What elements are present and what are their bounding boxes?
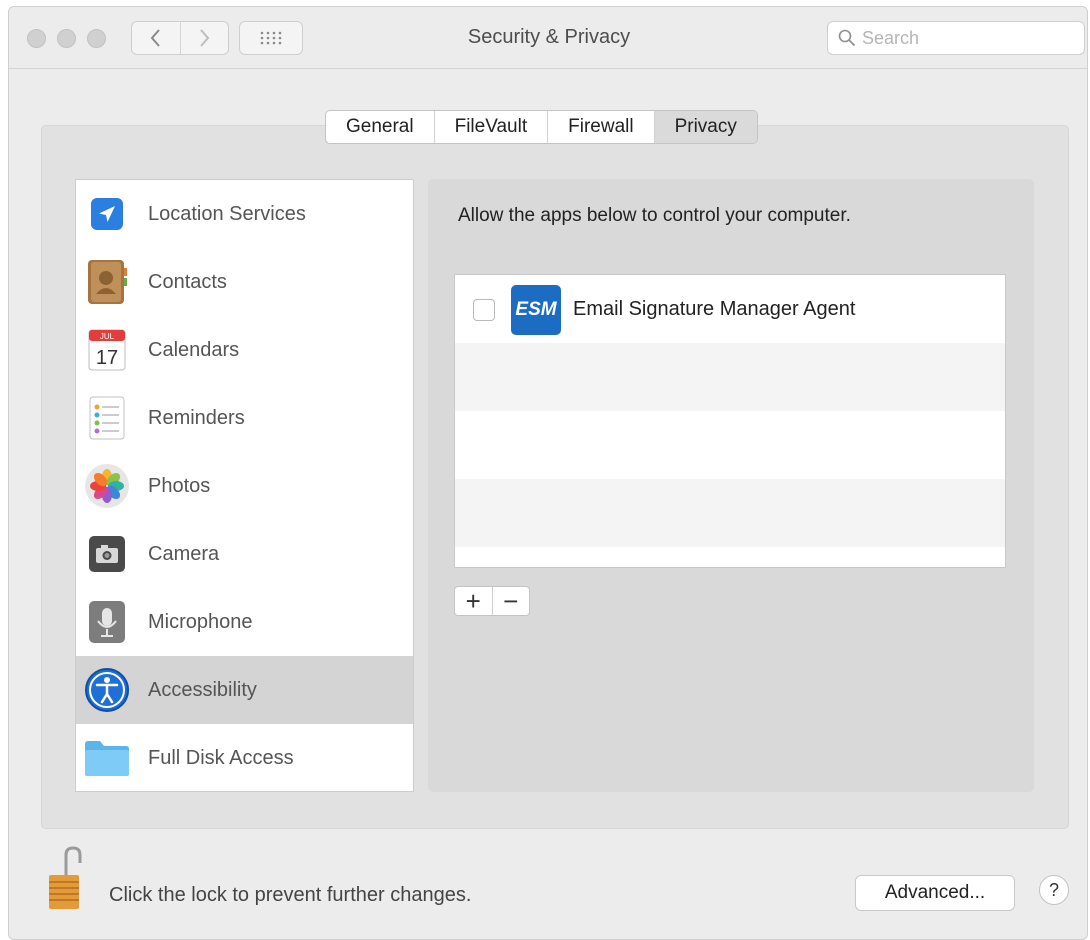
sidebar-item-calendars[interactable]: JUL 17 Calendars: [76, 316, 413, 384]
sidebar-item-camera[interactable]: Camera: [76, 520, 413, 588]
search-icon: [838, 29, 856, 47]
tab-privacy[interactable]: Privacy: [653, 111, 757, 143]
sidebar-item-label: Photos: [148, 474, 211, 497]
sidebar-item-reminders[interactable]: Reminders: [76, 384, 413, 452]
microphone-icon: [82, 597, 132, 647]
title-bar: Security & Privacy: [9, 7, 1087, 69]
chevron-right-icon: [200, 29, 210, 47]
reminders-list-icon: [82, 393, 132, 443]
minimize-window-button[interactable]: [57, 29, 76, 48]
grid-icon: [260, 31, 282, 45]
accessibility-apps-panel: Allow the apps below to control your com…: [428, 179, 1034, 792]
empty-row: [455, 411, 1005, 479]
tab-general[interactable]: General: [326, 111, 434, 143]
close-window-button[interactable]: [27, 29, 46, 48]
sidebar-item-label: Camera: [148, 542, 220, 565]
navigation-buttons: [131, 21, 229, 55]
sidebar-item-microphone[interactable]: Microphone: [76, 588, 413, 656]
tab-filevault[interactable]: FileVault: [433, 111, 548, 143]
accessibility-icon: [82, 665, 132, 715]
search-input[interactable]: [862, 27, 1062, 49]
unlocked-padlock-icon[interactable]: [47, 845, 83, 916]
sidebar-item-label: Microphone: [148, 610, 253, 633]
sidebar-item-accessibility[interactable]: Accessibility: [76, 656, 413, 724]
add-remove-control: + −: [454, 586, 530, 616]
back-button[interactable]: [132, 22, 180, 54]
sidebar-item-label: Accessibility: [148, 678, 257, 701]
help-button[interactable]: ?: [1039, 875, 1069, 905]
esm-app-icon: ESM: [511, 285, 561, 335]
app-name: Email Signature Manager Agent: [573, 298, 856, 320]
tab-bar: General FileVault Firewall Privacy: [325, 110, 758, 144]
location-arrow-icon: [82, 189, 132, 239]
sidebar-item-full-disk-access[interactable]: Full Disk Access: [76, 724, 413, 791]
panel-description: Allow the apps below to control your com…: [458, 205, 851, 226]
sidebar-item-label: Location Services: [148, 202, 306, 225]
tab-firewall[interactable]: Firewall: [547, 111, 653, 143]
remove-app-button[interactable]: −: [491, 587, 530, 615]
sidebar-item-label: Reminders: [148, 406, 245, 429]
photos-flower-icon: [82, 461, 132, 511]
preferences-window: Security & Privacy General FileVault Fir…: [8, 6, 1088, 940]
advanced-button[interactable]: Advanced...: [855, 875, 1015, 911]
app-enable-checkbox[interactable]: [473, 299, 495, 321]
folder-icon: [82, 733, 132, 783]
zoom-window-button[interactable]: [87, 29, 106, 48]
camera-icon: [82, 529, 132, 579]
app-row[interactable]: ESM Email Signature Manager Agent: [455, 275, 1005, 343]
sidebar-item-label: Calendars: [148, 338, 240, 361]
contacts-book-icon: [82, 257, 132, 307]
sidebar-item-label: Full Disk Access: [148, 746, 294, 769]
calendar-icon-month: JUL: [100, 332, 115, 341]
calendar-icon: JUL 17: [82, 325, 132, 375]
empty-row: [455, 547, 1005, 567]
lock-message: Click the lock to prevent further change…: [109, 884, 472, 906]
sidebar-item-photos[interactable]: Photos: [76, 452, 413, 520]
show-all-button[interactable]: [239, 21, 303, 55]
app-list[interactable]: ESM Email Signature Manager Agent: [454, 274, 1006, 568]
search-field[interactable]: [827, 21, 1085, 55]
empty-row: [455, 343, 1005, 411]
privacy-category-list[interactable]: Location Services Contacts JUL 17 Calend…: [75, 179, 414, 792]
calendar-icon-day: 17: [96, 347, 118, 369]
sidebar-item-location-services[interactable]: Location Services: [76, 180, 413, 248]
forward-button[interactable]: [179, 22, 229, 54]
chevron-left-icon: [150, 29, 160, 47]
sidebar-item-contacts[interactable]: Contacts: [76, 248, 413, 316]
sidebar-item-label: Contacts: [148, 270, 227, 293]
add-app-button[interactable]: +: [455, 587, 492, 615]
empty-row: [455, 479, 1005, 547]
